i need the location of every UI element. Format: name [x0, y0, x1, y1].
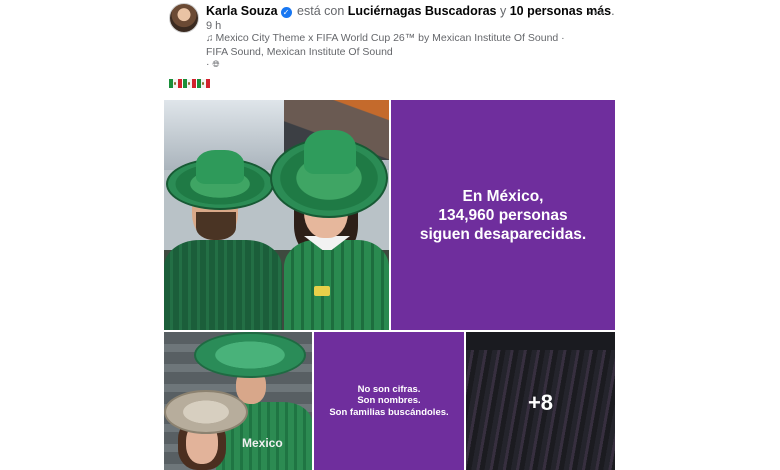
photo-man-jersey [164, 240, 282, 330]
music-attribution[interactable]: ♫ Mexico City Theme x FIFA World Cup 26™ … [206, 32, 576, 71]
photo-sombrero-crown-left [196, 150, 244, 184]
not-numbers-text: No son cifras. Son nombres. Son familias… [329, 383, 449, 418]
photo-woman-hat [164, 390, 248, 434]
music-separator: · [206, 58, 210, 70]
photo-woman-jersey [284, 240, 389, 330]
post-caption [169, 79, 210, 89]
photo-jersey-text: Mexico [242, 436, 283, 450]
facebook-post: Karla Souza ✓ está con Luciérnagas Buscad… [0, 0, 780, 470]
photo-stadium-fans[interactable]: Mexico [164, 332, 312, 470]
and-label: y [499, 4, 507, 18]
author-avatar[interactable] [169, 3, 199, 33]
header-period: . [611, 4, 615, 18]
photo-more-overlay[interactable]: +8 [466, 332, 615, 470]
photo-sombrero-crown-right [304, 130, 356, 174]
photo-fan-sombrero [194, 332, 306, 378]
text-tile-missing-people[interactable]: En México, 134,960 personas siguen desap… [391, 100, 615, 330]
music-note-icon: ♫ [206, 33, 214, 44]
tagged-page-link[interactable]: Luciérnagas Buscadoras [348, 4, 497, 18]
author-name[interactable]: Karla Souza [206, 4, 278, 18]
music-text: Mexico City Theme x FIFA World Cup 26™ b… [206, 32, 565, 58]
mexico-flag-icon [183, 79, 196, 88]
missing-people-text: En México, 134,960 personas siguen desap… [419, 187, 587, 243]
photo-fans-sombreros[interactable] [164, 100, 389, 330]
post-timestamp[interactable]: 9 h [206, 20, 221, 32]
with-label: está con [297, 4, 345, 18]
post-header: Karla Souza ✓ está con Luciérnagas Buscad… [206, 4, 615, 18]
photo-man-beard [196, 212, 236, 240]
text-tile-not-numbers[interactable]: No son cifras. Son nombres. Son familias… [314, 332, 464, 470]
more-options-icon[interactable]: ··· [586, 4, 608, 26]
verified-badge-icon: ✓ [280, 7, 292, 18]
photo-jersey-badge [314, 286, 330, 296]
mexico-flag-icon [169, 79, 182, 88]
mexico-flag-icon [197, 79, 210, 88]
more-photos-count[interactable]: +8 [466, 390, 615, 416]
globe-icon[interactable]: 🌐︎ [212, 59, 219, 69]
